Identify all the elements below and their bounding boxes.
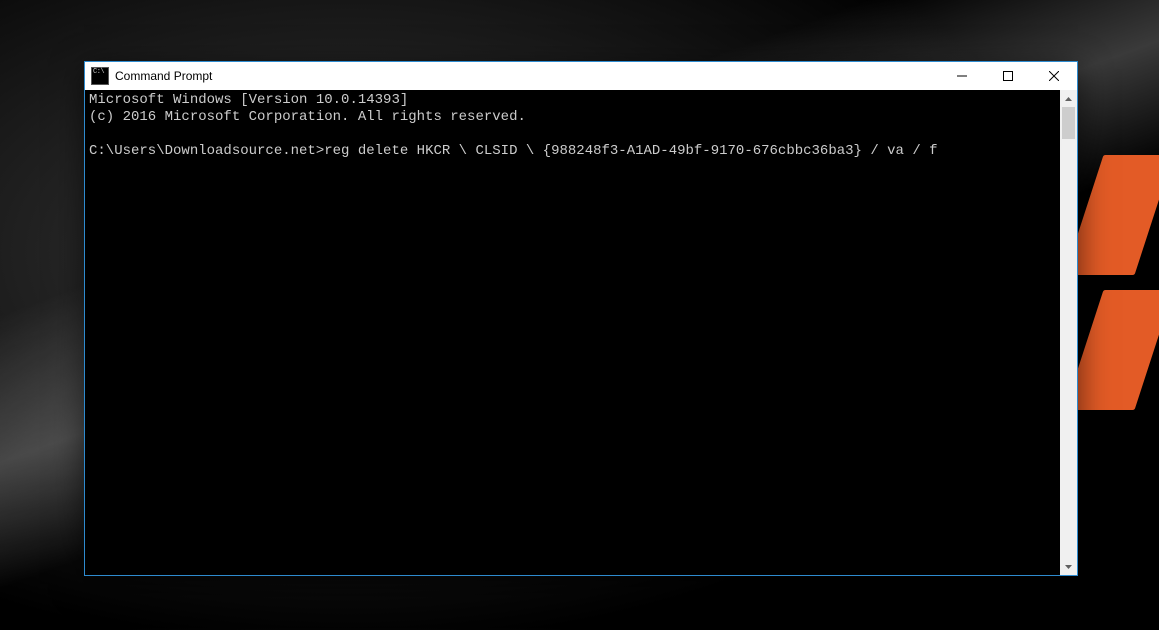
chevron-down-icon [1065,565,1072,569]
maximize-button[interactable] [985,62,1031,90]
console-prompt: C:\Users\Downloadsource.net> [89,143,324,159]
close-button[interactable] [1031,62,1077,90]
maximize-icon [1003,71,1013,81]
console-line: (c) 2016 Microsoft Corporation. All righ… [89,109,526,125]
chevron-up-icon [1065,97,1072,101]
vertical-scrollbar[interactable] [1060,90,1077,575]
console-line: Microsoft Windows [Version 10.0.14393] [89,92,408,108]
scroll-track[interactable] [1060,107,1077,558]
client-area: Microsoft Windows [Version 10.0.14393] (… [85,90,1077,575]
scroll-thumb[interactable] [1062,107,1075,139]
titlebar[interactable]: Command Prompt [85,62,1077,90]
console-command: reg delete HKCR \ CLSID \ {988248f3-A1AD… [324,143,937,159]
window-title: Command Prompt [115,69,212,83]
scroll-up-button[interactable] [1060,90,1077,107]
minimize-button[interactable] [939,62,985,90]
minimize-icon [957,71,967,81]
close-icon [1049,71,1059,81]
command-prompt-window: Command Prompt Microsoft Windows [Versio… [84,61,1078,576]
scroll-down-button[interactable] [1060,558,1077,575]
system-menu-icon[interactable] [91,67,109,85]
console-output[interactable]: Microsoft Windows [Version 10.0.14393] (… [85,90,1060,575]
